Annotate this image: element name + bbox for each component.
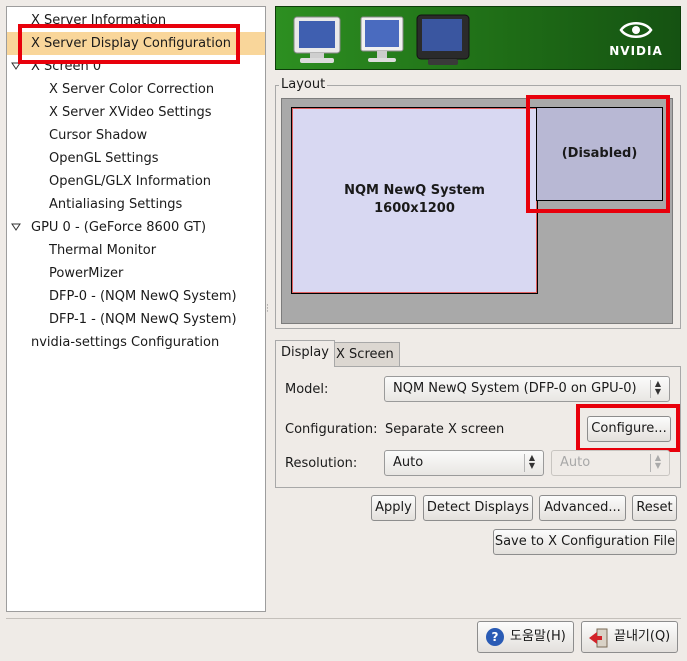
navigation-tree[interactable]: X Server Information X Server Display Co… bbox=[6, 6, 266, 612]
quit-button[interactable]: 끝내기(Q) bbox=[581, 621, 678, 653]
tree-item-label: PowerMizer bbox=[49, 266, 124, 281]
configuration-value: Separate X screen bbox=[385, 422, 505, 437]
resolution-select[interactable]: Auto ▲ ▼ bbox=[384, 450, 544, 476]
tab-label: Display bbox=[281, 345, 329, 360]
highlight-box-disabled-display bbox=[526, 95, 670, 213]
tree-item-label: DFP-0 - (NQM NewQ System) bbox=[49, 289, 237, 304]
monitor-icon bbox=[293, 16, 341, 63]
help-icon: ? bbox=[486, 628, 504, 646]
tree-item-label: Thermal Monitor bbox=[49, 243, 157, 258]
configuration-label: Configuration: bbox=[285, 422, 378, 437]
display-resolution: 1600x1200 bbox=[374, 201, 455, 216]
model-label: Model: bbox=[285, 382, 329, 397]
tree-item-label: nvidia-settings Configuration bbox=[31, 335, 220, 350]
tree-item-gpu-0[interactable]: GPU 0 - (GeForce 8600 GT) bbox=[7, 216, 265, 239]
tree-item-label: X Server XVideo Settings bbox=[49, 105, 212, 120]
footer-separator bbox=[6, 618, 681, 619]
tree-item-label: GPU 0 - (GeForce 8600 GT) bbox=[31, 220, 207, 235]
nvidia-banner: NVIDIA bbox=[275, 6, 681, 70]
select-arrows-icon: ▲ ▼ bbox=[650, 380, 665, 398]
brand-name: NVIDIA bbox=[609, 44, 663, 58]
tree-item-label: Cursor Shadow bbox=[49, 128, 148, 143]
tree-item-label: X Server Color Correction bbox=[49, 82, 215, 97]
expander-down-icon[interactable] bbox=[11, 222, 21, 232]
highlight-box-configure-button bbox=[576, 404, 680, 452]
refresh-rate-select: Auto ▲ ▼ bbox=[551, 450, 670, 476]
nvidia-eye-icon bbox=[619, 22, 653, 38]
apply-button[interactable]: Apply bbox=[371, 495, 416, 521]
detect-displays-button[interactable]: Detect Displays bbox=[423, 495, 533, 521]
display-name: NQM NewQ System bbox=[344, 183, 485, 198]
tree-item-cursor-shadow[interactable]: Cursor Shadow bbox=[7, 124, 265, 147]
tree-item-dfp-0[interactable]: DFP-0 - (NQM NewQ System) bbox=[7, 285, 265, 308]
tree-item-label: DFP-1 - (NQM NewQ System) bbox=[49, 312, 237, 327]
tree-item-powermizer[interactable]: PowerMizer bbox=[7, 262, 265, 285]
tree-item-nvidia-settings-configuration[interactable]: nvidia-settings Configuration bbox=[7, 331, 265, 354]
save-x-configuration-button[interactable]: Save to X Configuration File bbox=[493, 529, 677, 555]
resolution-value: Auto bbox=[393, 455, 424, 470]
reset-button[interactable]: Reset bbox=[632, 495, 677, 521]
exit-icon bbox=[589, 628, 608, 648]
nvidia-logo: NVIDIA bbox=[608, 19, 664, 59]
crt-monitor-icon bbox=[416, 14, 470, 65]
tab-label: X Screen bbox=[336, 347, 394, 362]
select-arrows-icon: ▲ ▼ bbox=[524, 454, 539, 472]
model-select[interactable]: NQM NewQ System (DFP-0 on GPU-0) ▲ ▼ bbox=[384, 376, 670, 402]
resolution-label: Resolution: bbox=[285, 456, 358, 471]
tree-item-label: OpenGL Settings bbox=[49, 151, 159, 166]
help-button-label: 도움말(H) bbox=[510, 629, 566, 644]
tree-item-xvideo-settings[interactable]: X Server XVideo Settings bbox=[7, 101, 265, 124]
refresh-rate-value: Auto bbox=[560, 455, 591, 470]
tree-item-opengl-settings[interactable]: OpenGL Settings bbox=[7, 147, 265, 170]
layout-label: Layout bbox=[279, 77, 328, 92]
quit-button-label: 끝내기(Q) bbox=[614, 629, 671, 644]
tree-item-antialiasing-settings[interactable]: Antialiasing Settings bbox=[7, 193, 265, 216]
help-button[interactable]: ? 도움말(H) bbox=[477, 621, 574, 653]
highlight-box-tree-item bbox=[18, 24, 240, 64]
select-arrows-icon: ▲ ▼ bbox=[650, 454, 665, 472]
model-value: NQM NewQ System (DFP-0 on GPU-0) bbox=[393, 381, 637, 396]
tree-item-label: Antialiasing Settings bbox=[49, 197, 183, 212]
display-nqm-newq-system[interactable]: NQM NewQ System 1600x1200 bbox=[291, 107, 538, 294]
tree-item-dfp-1[interactable]: DFP-1 - (NQM NewQ System) bbox=[7, 308, 265, 331]
tree-item-color-correction[interactable]: X Server Color Correction bbox=[7, 78, 265, 101]
tab-display[interactable]: Display bbox=[275, 340, 335, 367]
advanced-button[interactable]: Advanced... bbox=[539, 495, 626, 521]
tree-item-opengl-glx-information[interactable]: OpenGL/GLX Information bbox=[7, 170, 265, 193]
pane-splitter-handle[interactable]: · · · bbox=[266, 302, 270, 317]
tree-item-label: OpenGL/GLX Information bbox=[49, 174, 212, 189]
flat-panel-monitor-icon bbox=[360, 16, 404, 62]
tree-item-thermal-monitor[interactable]: Thermal Monitor bbox=[7, 239, 265, 262]
tab-x-screen[interactable]: X Screen bbox=[330, 342, 400, 367]
